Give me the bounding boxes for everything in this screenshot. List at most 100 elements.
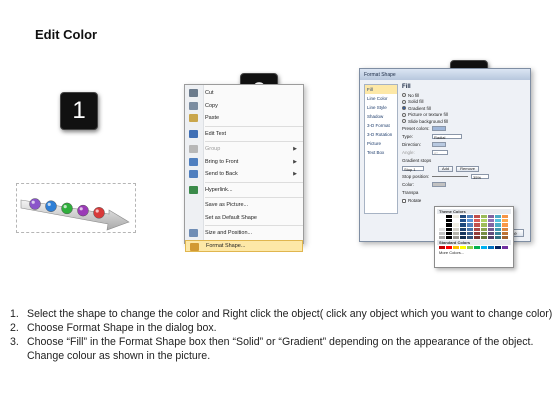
color-swatch[interactable] <box>495 246 501 250</box>
color-swatch[interactable] <box>502 231 508 235</box>
menu-item-11[interactable]: Format Shape... <box>185 239 303 252</box>
color-swatch[interactable] <box>446 246 452 250</box>
bead[interactable] <box>45 200 57 212</box>
color-swatch[interactable] <box>453 235 459 240</box>
color-swatch[interactable] <box>453 246 459 250</box>
color-swatch[interactable] <box>439 231 445 235</box>
color-swatch[interactable] <box>488 246 494 250</box>
menu-item-1[interactable]: Copy <box>185 100 303 113</box>
color-swatch[interactable] <box>453 223 459 227</box>
color-swatch[interactable] <box>439 215 445 219</box>
color-dropdown[interactable] <box>432 181 446 188</box>
color-swatch[interactable] <box>481 227 487 231</box>
radio-button[interactable] <box>402 93 406 98</box>
color-swatch[interactable] <box>453 219 459 223</box>
color-swatch[interactable] <box>495 231 501 235</box>
color-swatch[interactable] <box>453 227 459 231</box>
stop-position-field[interactable]: 35% <box>471 173 489 180</box>
color-swatch[interactable] <box>502 246 508 250</box>
color-swatch[interactable] <box>502 215 508 219</box>
dialog-nav-item[interactable]: Line Style <box>365 103 397 112</box>
color-swatch[interactable] <box>488 215 494 219</box>
color-swatch[interactable] <box>453 231 459 235</box>
dialog-nav-item[interactable]: 3-D Rotation <box>365 130 397 139</box>
color-swatch[interactable] <box>481 215 487 219</box>
color-swatch[interactable] <box>439 246 445 250</box>
color-swatch[interactable] <box>495 219 501 223</box>
color-swatch[interactable] <box>502 223 508 227</box>
preset-colors-dropdown[interactable] <box>432 125 446 132</box>
color-swatch[interactable] <box>488 223 494 227</box>
selected-shape[interactable] <box>16 183 136 233</box>
more-colors-link[interactable]: More Colors... <box>437 250 511 255</box>
stop-dropdown[interactable]: Stop 1 <box>402 165 424 172</box>
menu-item-7[interactable]: Hyperlink... <box>185 184 303 197</box>
menu-item-0[interactable]: Cut <box>185 87 303 100</box>
dialog-nav-item[interactable]: Picture <box>365 139 397 148</box>
color-swatch[interactable] <box>446 219 452 223</box>
color-swatch[interactable] <box>467 219 473 223</box>
radio-button[interactable] <box>402 112 406 117</box>
color-swatch[interactable] <box>474 235 480 240</box>
color-swatch[interactable] <box>467 227 473 231</box>
color-swatch[interactable] <box>446 231 452 235</box>
menu-item-5[interactable]: Bring to Front ▶ <box>185 156 303 169</box>
menu-item-6[interactable]: Send to Back ▶ <box>185 168 303 181</box>
color-swatch[interactable] <box>474 246 480 250</box>
color-swatch[interactable] <box>474 215 480 219</box>
bead-arrow-graphic[interactable] <box>17 184 137 234</box>
color-swatch[interactable] <box>460 227 466 231</box>
type-dropdown[interactable]: Radial <box>432 133 462 140</box>
menu-item-8[interactable]: Save as Picture... <box>185 199 303 212</box>
bead[interactable] <box>93 207 105 219</box>
color-swatch[interactable] <box>467 215 473 219</box>
bead[interactable] <box>29 198 41 210</box>
dialog-nav-item[interactable]: Line Color <box>365 94 397 103</box>
remove-button[interactable]: Remove <box>456 165 480 172</box>
stop-position-slider[interactable] <box>432 176 468 177</box>
dialog-nav-item[interactable]: Shadow <box>365 112 397 121</box>
color-swatch[interactable] <box>439 235 445 240</box>
menu-item-4[interactable]: Group ▶ <box>185 143 303 156</box>
color-swatch[interactable] <box>488 227 494 231</box>
color-swatch[interactable] <box>488 231 494 235</box>
color-swatch[interactable] <box>446 215 452 219</box>
color-swatch[interactable] <box>446 223 452 227</box>
color-swatch[interactable] <box>502 219 508 223</box>
color-swatch[interactable] <box>481 223 487 227</box>
direction-dropdown[interactable] <box>432 141 446 148</box>
color-swatch[interactable] <box>439 223 445 227</box>
color-swatch[interactable] <box>474 223 480 227</box>
color-swatch[interactable] <box>460 215 466 219</box>
rotate-checkbox[interactable] <box>402 198 406 203</box>
color-swatch[interactable] <box>488 235 494 240</box>
color-swatch[interactable] <box>495 235 501 240</box>
radio-button[interactable] <box>402 119 406 124</box>
color-swatch[interactable] <box>460 235 466 240</box>
color-swatch[interactable] <box>460 219 466 223</box>
dialog-nav-item[interactable]: Fill <box>365 85 397 94</box>
color-swatch[interactable] <box>460 223 466 227</box>
dialog-nav-item[interactable]: Text Box <box>365 148 397 157</box>
color-swatch[interactable] <box>439 219 445 223</box>
color-swatch[interactable] <box>474 227 480 231</box>
color-swatch[interactable] <box>481 219 487 223</box>
color-swatch[interactable] <box>446 227 452 231</box>
color-swatch[interactable] <box>495 223 501 227</box>
color-swatch[interactable] <box>460 246 466 250</box>
color-swatch[interactable] <box>502 227 508 231</box>
color-swatch[interactable] <box>481 231 487 235</box>
radio-button[interactable] <box>402 106 406 111</box>
add-button[interactable]: Add <box>438 165 454 172</box>
dialog-nav-item[interactable]: 3-D Format <box>365 121 397 130</box>
angle-field[interactable]: 0° <box>432 149 448 156</box>
color-swatch[interactable] <box>467 223 473 227</box>
color-swatch[interactable] <box>439 227 445 231</box>
bead[interactable] <box>77 204 89 217</box>
color-swatch[interactable] <box>460 231 466 235</box>
color-swatch[interactable] <box>502 235 508 240</box>
menu-item-3[interactable]: Edit Text <box>185 128 303 141</box>
color-swatch[interactable] <box>495 215 501 219</box>
color-swatch[interactable] <box>495 227 501 231</box>
color-swatch[interactable] <box>467 246 473 250</box>
